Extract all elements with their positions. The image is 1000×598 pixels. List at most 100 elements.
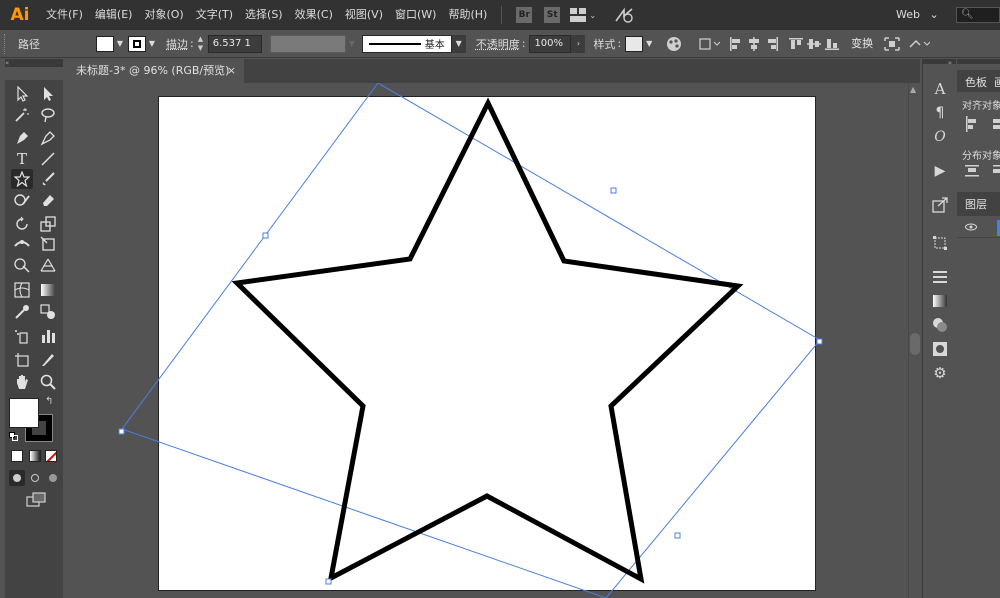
draw-inside-icon[interactable] [45,470,61,486]
align-right-icon[interactable] [763,35,781,53]
mesh-tool-icon[interactable] [11,280,33,300]
stroke-swatch[interactable] [128,35,146,52]
eraser-tool-icon[interactable] [37,190,59,210]
stroke-panel-icon[interactable] [928,266,952,288]
perspective-grid-tool-icon[interactable] [37,255,59,275]
scrollbar-thumb[interactable] [910,333,920,355]
stroke-weight-stepper[interactable]: ▲ ▼ [198,35,208,53]
grip-handle[interactable] [4,33,10,54]
eyedropper-tool-icon[interactable] [11,302,33,322]
graphic-styles-panel-icon[interactable]: ⚙ [928,362,952,384]
search-icon[interactable]: 🔍︎ [956,7,1000,23]
chevron-down-icon[interactable]: ▼ [114,36,126,52]
align-to-icon[interactable] [697,35,721,53]
align-left-icon[interactable] [965,116,979,135]
menu-select[interactable]: 选择(S) [239,0,289,30]
column-graph-tool-icon[interactable] [37,326,59,346]
menu-view[interactable]: 视图(V) [339,0,389,30]
screen-mode-icon[interactable] [25,492,47,508]
draw-behind-icon[interactable] [27,470,43,486]
menu-file[interactable]: 文件(F) [40,0,89,30]
stroke-label[interactable]: 描边 [166,36,188,52]
menu-edit[interactable]: 编辑(E) [89,0,139,30]
swap-fill-stroke-icon[interactable]: ↰ [45,396,53,407]
lasso-tool-icon[interactable] [37,105,59,125]
tab-brushes[interactable]: 画 [994,74,1000,90]
line-segment-tool-icon[interactable] [37,149,59,169]
fill-swatch[interactable] [96,35,114,52]
opacity-label[interactable]: 不透明度 [476,36,520,52]
canvas-area[interactable] [66,83,910,598]
transparency-panel-icon[interactable] [928,314,952,336]
menu-effect[interactable]: 效果(C) [289,0,339,30]
transform-button[interactable]: 变换 [847,35,877,53]
align-left-icon[interactable] [727,35,745,53]
hand-tool-icon[interactable] [11,372,33,392]
character-panel-icon[interactable]: A [928,78,952,100]
free-transform-tool-icon[interactable] [37,234,59,254]
opentype-panel-icon[interactable]: O [928,126,952,148]
type-tool-icon[interactable]: T [11,149,33,169]
gradient-mode-icon[interactable] [29,450,41,462]
distribute-icon[interactable] [965,164,979,181]
workspace-switcher[interactable]: Web ⌄ [888,6,944,24]
variable-width-profile[interactable] [269,34,346,53]
actions-panel-icon[interactable]: ▶ [928,160,952,182]
brush-definition[interactable]: 基本 [361,34,452,53]
gpu-performance-icon[interactable] [614,7,634,23]
align-center-icon[interactable] [745,35,763,53]
shaper-tool-icon[interactable] [11,190,33,210]
artwork-layer[interactable] [66,83,910,598]
chevron-right-icon[interactable]: › [571,34,586,53]
menu-object[interactable]: 对象(O) [138,0,189,30]
paragraph-panel-icon[interactable]: ¶ [928,102,952,124]
chevron-down-icon[interactable]: ▼ [451,34,466,53]
menu-help[interactable]: 帮助(H) [442,0,493,30]
appearance-panel-icon[interactable] [928,338,952,360]
eye-icon[interactable] [965,222,977,232]
stock-button[interactable]: St [544,7,561,23]
align-center-icon[interactable] [993,116,1000,135]
arrange-documents-icon[interactable]: ⌄ [570,7,600,23]
transform-panel-icon[interactable] [928,232,952,254]
chevron-down-icon[interactable]: ▼ [643,36,655,52]
zoom-tool-icon[interactable] [37,372,59,392]
export-asset-icon[interactable] [928,194,952,216]
more-options-icon[interactable] [907,35,931,53]
align-middle-icon[interactable] [805,35,823,53]
selection-tool-icon[interactable] [11,84,33,104]
magic-wand-tool-icon[interactable] [11,105,33,125]
menu-type[interactable]: 文字(T) [190,0,239,30]
close-icon[interactable]: × [227,59,236,83]
gradient-panel-icon[interactable] [928,290,952,312]
menu-window[interactable]: 窗口(W) [389,0,442,30]
document-tab[interactable]: 未标题-3* @ 96% (RGB/预览) × [66,59,244,83]
shape-builder-tool-icon[interactable] [11,255,33,275]
isolate-icon[interactable] [883,35,901,53]
tab-swatches[interactable]: 色板 [965,74,987,90]
width-tool-icon[interactable] [11,234,33,254]
paintbrush-tool-icon[interactable] [37,169,59,189]
symbol-sprayer-tool-icon[interactable] [11,326,33,346]
curvature-tool-icon[interactable] [37,128,59,148]
align-bottom-icon[interactable] [823,35,841,53]
draw-normal-icon[interactable] [9,470,25,486]
tools-collapse-strip[interactable]: « [5,59,63,67]
chevron-down-icon[interactable]: ▼ [346,36,358,52]
distribute-icon[interactable] [993,164,1000,181]
chevron-down-icon[interactable]: ▼ [146,36,158,52]
slice-tool-icon[interactable] [37,350,59,370]
tab-layers[interactable]: 图层 [965,196,987,212]
blend-tool-icon[interactable] [37,302,59,322]
layer-row[interactable] [957,218,1000,238]
vertical-scrollbar[interactable]: ▲ [908,83,920,598]
none-mode-icon[interactable] [45,450,57,462]
scale-tool-icon[interactable] [37,214,59,234]
fill-color-box-front[interactable] [9,398,39,428]
stroke-weight-input[interactable]: 6.537 1 [207,34,262,53]
recolor-artwork-icon[interactable] [665,35,683,53]
gradient-tool-icon[interactable] [37,280,59,300]
direct-selection-tool-icon[interactable] [37,84,59,104]
star-tool-icon[interactable] [11,169,33,189]
bridge-button[interactable]: Br [516,7,533,23]
